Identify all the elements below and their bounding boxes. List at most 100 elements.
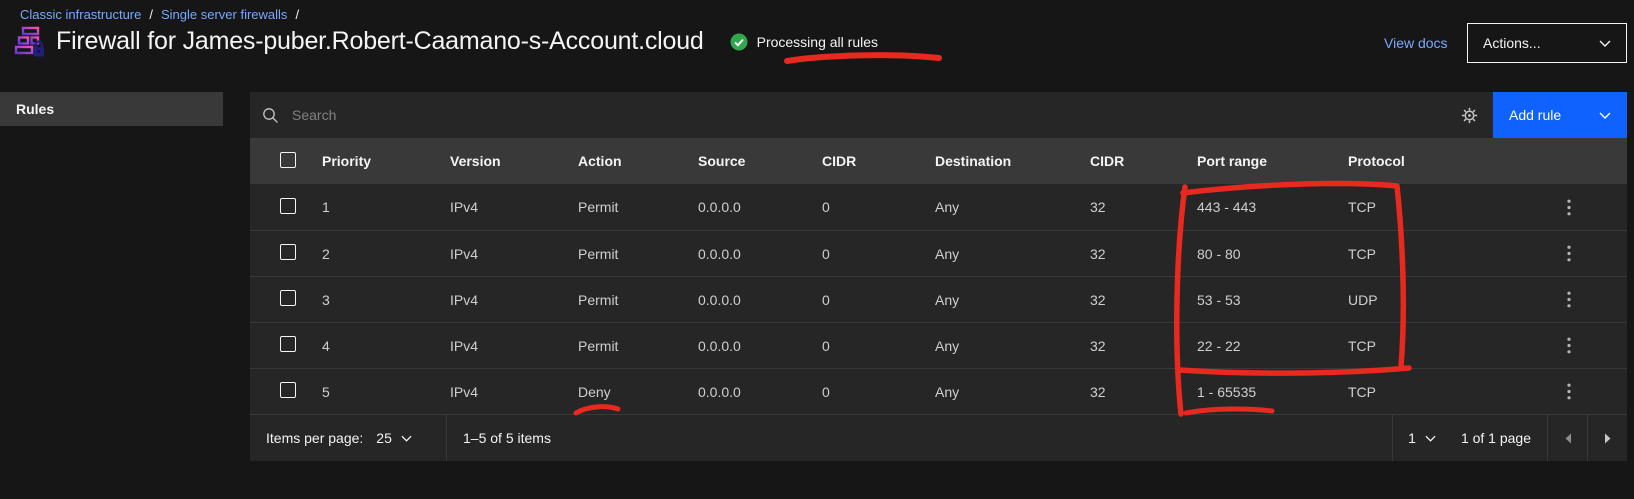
row-checkbox[interactable]: [280, 336, 296, 352]
cell-destination-cidr: 32: [1074, 338, 1181, 354]
cell-destination: Any: [919, 384, 1074, 400]
table-row: 5 IPv4 Deny 0.0.0.0 0 Any 32 1 - 65535 T…: [250, 368, 1627, 414]
chevron-down-icon: [1599, 40, 1611, 47]
actions-dropdown[interactable]: Actions...: [1467, 23, 1627, 63]
rules-panel: Add rule Priority Version Action Source …: [250, 92, 1627, 461]
cell-action: Deny: [562, 384, 682, 400]
check-circle-icon: [730, 33, 748, 51]
column-header-priority: Priority: [306, 153, 434, 169]
cell-action: Permit: [562, 199, 682, 215]
search-input[interactable]: [292, 92, 1445, 138]
chevron-down-icon: [1599, 112, 1611, 119]
select-all-checkbox[interactable]: [280, 152, 296, 168]
search-field[interactable]: [250, 92, 1445, 138]
items-per-page-value: 25: [376, 430, 392, 446]
cell-destination: Any: [919, 338, 1074, 354]
caret-right-icon: [1604, 433, 1612, 444]
cell-destination-cidr: 32: [1074, 199, 1181, 215]
cell-protocol: TCP: [1332, 199, 1511, 215]
breadcrumb: Classic infrastructure / Single server f…: [20, 7, 299, 22]
cell-destination-cidr: 32: [1074, 384, 1181, 400]
cell-destination-cidr: 32: [1074, 246, 1181, 262]
row-overflow-menu-button[interactable]: [1557, 331, 1581, 360]
cell-version: IPv4: [434, 338, 562, 354]
caret-left-icon: [1564, 433, 1572, 444]
cell-port-range: 80 - 80: [1181, 246, 1332, 262]
table-row: 3 IPv4 Permit 0.0.0.0 0 Any 32 53 - 53 U…: [250, 276, 1627, 322]
status-badge: Processing all rules: [730, 33, 878, 51]
cell-action: Permit: [562, 246, 682, 262]
table-header-row: Priority Version Action Source CIDR Dest…: [250, 138, 1627, 184]
cell-version: IPv4: [434, 292, 562, 308]
column-header-source-cidr: CIDR: [806, 153, 919, 169]
cell-source-cidr: 0: [806, 199, 919, 215]
cell-port-range: 22 - 22: [1181, 338, 1332, 354]
sidebar: Rules: [0, 92, 223, 499]
column-header-protocol: Protocol: [1332, 153, 1511, 169]
sidebar-item-rules[interactable]: Rules: [0, 92, 223, 126]
cell-source: 0.0.0.0: [682, 246, 806, 262]
page-count-text: 1 of 1 page: [1451, 415, 1547, 461]
overflow-menu-icon: [1567, 245, 1571, 262]
previous-page-button[interactable]: [1547, 415, 1587, 461]
cell-destination-cidr: 32: [1074, 292, 1181, 308]
pagination-range-text: 1–5 of 5 items: [447, 415, 551, 461]
row-checkbox[interactable]: [280, 198, 296, 214]
cell-destination: Any: [919, 292, 1074, 308]
breadcrumb-separator: /: [295, 7, 299, 22]
pagination-bar: Items per page: 25 1–5 of 5 items 1 1 of…: [250, 414, 1627, 461]
breadcrumb-separator: /: [149, 7, 153, 22]
items-per-page-select[interactable]: Items per page: 25: [250, 415, 447, 461]
cell-source: 0.0.0.0: [682, 384, 806, 400]
breadcrumb-link-single-server-firewalls[interactable]: Single server firewalls: [161, 7, 287, 22]
settings-button[interactable]: [1445, 92, 1493, 138]
row-checkbox[interactable]: [280, 290, 296, 306]
sidebar-item-label: Rules: [16, 101, 54, 117]
page-title: Firewall for James-puber.Robert-Caamano-…: [56, 27, 704, 56]
overflow-menu-icon: [1567, 383, 1571, 400]
cell-protocol: UDP: [1332, 292, 1511, 308]
page-header: Firewall for James-puber.Robert-Caamano-…: [14, 25, 878, 58]
view-docs-link[interactable]: View docs: [1384, 35, 1448, 51]
items-per-page-label: Items per page:: [266, 430, 363, 446]
row-overflow-menu-button[interactable]: [1557, 377, 1581, 406]
cell-port-range: 1 - 65535: [1181, 384, 1332, 400]
column-header-port-range: Port range: [1181, 153, 1332, 169]
row-checkbox[interactable]: [280, 244, 296, 260]
row-checkbox[interactable]: [280, 382, 296, 398]
firewall-icon: [14, 25, 46, 58]
row-overflow-menu-button[interactable]: [1557, 193, 1581, 222]
search-icon: [262, 107, 279, 124]
cell-priority: 1: [306, 199, 434, 215]
column-header-source: Source: [682, 153, 806, 169]
cell-version: IPv4: [434, 384, 562, 400]
page-number-select[interactable]: 1: [1392, 415, 1451, 461]
table-row: 1 IPv4 Permit 0.0.0.0 0 Any 32 443 - 443…: [250, 184, 1627, 230]
add-rule-button[interactable]: Add rule: [1493, 92, 1627, 138]
cell-source: 0.0.0.0: [682, 199, 806, 215]
row-overflow-menu-button[interactable]: [1557, 239, 1581, 268]
cell-destination: Any: [919, 246, 1074, 262]
overflow-menu-icon: [1567, 337, 1571, 354]
row-overflow-menu-button[interactable]: [1557, 285, 1581, 314]
cell-priority: 4: [306, 338, 434, 354]
chevron-down-icon: [1425, 435, 1436, 442]
column-header-destination: Destination: [919, 153, 1074, 169]
breadcrumb-link-classic-infrastructure[interactable]: Classic infrastructure: [20, 7, 141, 22]
table-row: 2 IPv4 Permit 0.0.0.0 0 Any 32 80 - 80 T…: [250, 230, 1627, 276]
cell-destination: Any: [919, 199, 1074, 215]
cell-port-range: 53 - 53: [1181, 292, 1332, 308]
next-page-button[interactable]: [1587, 415, 1627, 461]
cell-source-cidr: 0: [806, 338, 919, 354]
cell-source: 0.0.0.0: [682, 338, 806, 354]
cell-port-range: 443 - 443: [1181, 199, 1332, 215]
cell-protocol: TCP: [1332, 338, 1511, 354]
cell-priority: 3: [306, 292, 434, 308]
cell-source: 0.0.0.0: [682, 292, 806, 308]
cell-version: IPv4: [434, 199, 562, 215]
cell-source-cidr: 0: [806, 384, 919, 400]
status-label: Processing all rules: [757, 34, 878, 50]
table-row: 4 IPv4 Permit 0.0.0.0 0 Any 32 22 - 22 T…: [250, 322, 1627, 368]
column-header-destination-cidr: CIDR: [1074, 153, 1181, 169]
chevron-down-icon: [401, 435, 412, 442]
